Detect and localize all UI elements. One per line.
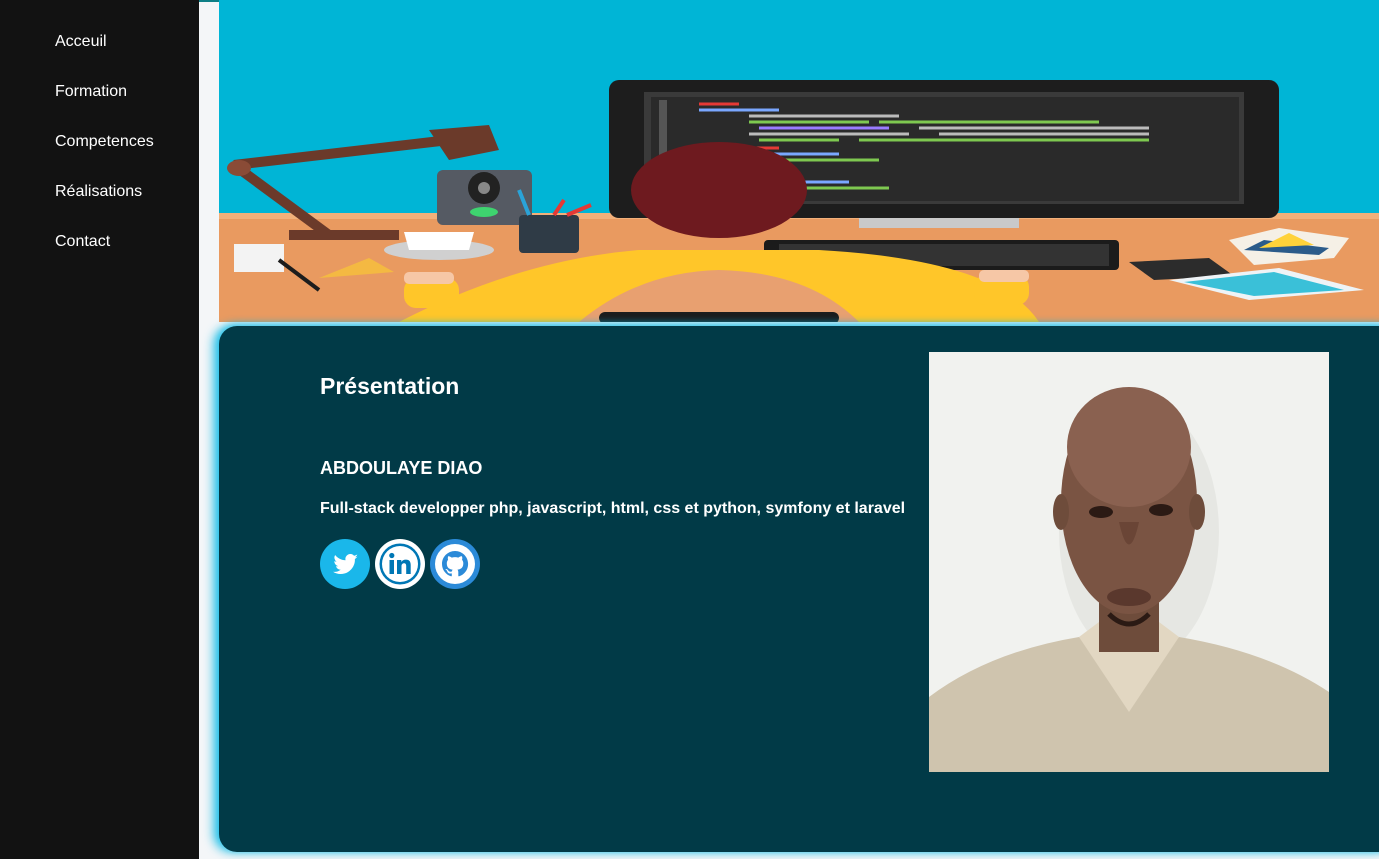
nav-item-competences: Competences (55, 131, 154, 181)
social-links (320, 539, 480, 589)
profile-photo (929, 352, 1329, 772)
nav-link-contact[interactable]: Contact (55, 231, 110, 253)
github-icon (430, 539, 480, 589)
nav-link-realisations[interactable]: Réalisations (55, 181, 142, 203)
presentation-card: Présentation ABDOULAYE DIAO Full-stack d… (219, 326, 1379, 852)
presentation-heading: Présentation (320, 373, 460, 399)
sidebar-nav: Acceuil Formation Competences Réalisatio… (0, 0, 199, 859)
nav-item-contact: Contact (55, 231, 154, 281)
nav-list: Acceuil Formation Competences Réalisatio… (55, 31, 154, 281)
nav-link-competences[interactable]: Competences (55, 131, 154, 153)
profile-name: ABDOULAYE DIAO (320, 458, 483, 478)
banner-illustration (219, 0, 1379, 322)
linkedin-icon (375, 539, 425, 589)
linkedin-link[interactable] (375, 539, 425, 589)
github-link[interactable] (430, 539, 480, 589)
nav-link-acceuil[interactable]: Acceuil (55, 31, 107, 53)
profile-portrait (929, 352, 1329, 772)
profile-role: Full-stack developper php, javascript, h… (320, 500, 906, 517)
nav-item-formation: Formation (55, 81, 154, 131)
nav-link-formation[interactable]: Formation (55, 81, 127, 103)
twitter-link[interactable] (320, 539, 370, 589)
nav-item-realisations: Réalisations (55, 181, 154, 231)
nav-item-acceuil: Acceuil (55, 31, 154, 81)
developer-desk-illustration (219, 0, 1379, 322)
twitter-icon (320, 539, 370, 589)
